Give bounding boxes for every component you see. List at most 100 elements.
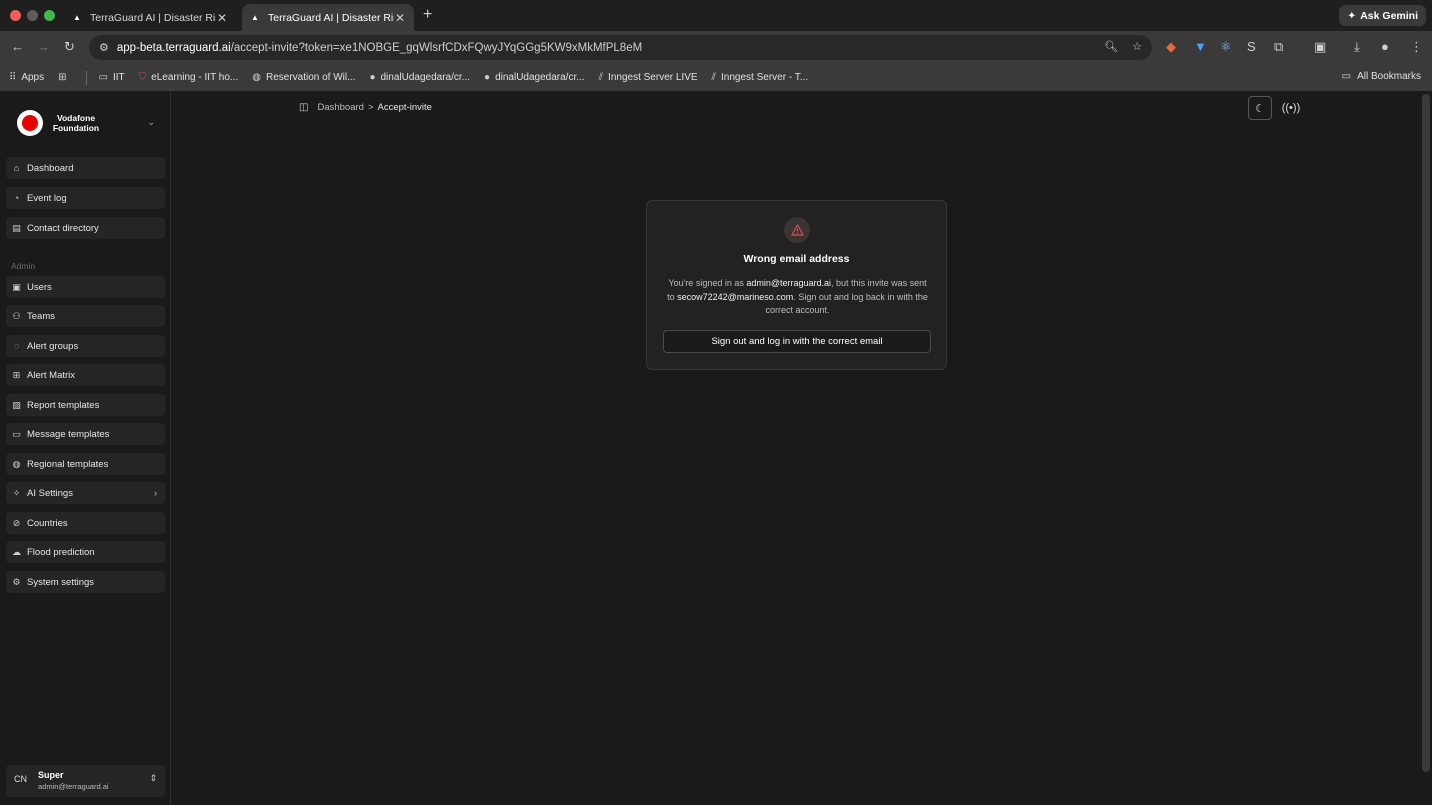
new-tab-icon[interactable]: + bbox=[423, 6, 432, 24]
report-templates-icon: ▧ bbox=[12, 399, 21, 410]
org-name: Vodafone Foundation bbox=[52, 113, 100, 133]
sidebar-item-regional-templates[interactable]: ◍ Regional templates bbox=[6, 453, 165, 475]
globe-icon: ◍ bbox=[252, 72, 261, 83]
sidebar-item-label: System settings bbox=[27, 576, 95, 588]
wrong-email-card: Wrong email address You're signed in as … bbox=[646, 200, 947, 370]
breadcrumb-dashboard-link[interactable]: Dashboard bbox=[317, 102, 363, 113]
folder-icon: ▭ bbox=[98, 72, 108, 83]
bookmark-star-icon[interactable]: ☆ bbox=[1132, 40, 1142, 53]
theme-toggle-button[interactable]: ☾ bbox=[1248, 96, 1272, 120]
sidebar-toggle-icon[interactable]: ◫ bbox=[299, 102, 308, 113]
alert-matrix-icon: ⊞ bbox=[12, 369, 21, 380]
bookmark-inngest-test[interactable]: ⫽ Inngest Server - T... bbox=[712, 72, 809, 83]
user-name: Super bbox=[38, 770, 64, 780]
extension-diamond-icon[interactable]: ▼ bbox=[1194, 39, 1207, 54]
tab-title: TerraGuard AI | Disaster Risk I bbox=[268, 11, 394, 24]
sidebar-item-report-templates[interactable]: ▧ Report templates bbox=[6, 394, 165, 416]
sidebar-item-alert-groups[interactable]: ◌ Alert groups bbox=[6, 335, 165, 357]
sidebar-item-alert-matrix[interactable]: ⊞ Alert Matrix bbox=[6, 364, 165, 386]
browser-toolbar: ← → ↻ ⚙ app-beta.terraguard.ai/accept-in… bbox=[0, 31, 1432, 64]
browser-menu-icon[interactable]: ⋮ bbox=[1410, 39, 1423, 55]
profile-avatar-icon[interactable]: ● bbox=[1381, 39, 1389, 54]
sign-out-button[interactable]: Sign out and log in with the correct ema… bbox=[663, 330, 931, 353]
tab-close-icon[interactable]: ✕ bbox=[394, 11, 406, 25]
extensions-puzzle-icon[interactable]: ⧉ bbox=[1274, 39, 1283, 55]
sidebar-item-system-settings[interactable]: ⚙ System settings bbox=[6, 571, 165, 593]
folder-icon: ▭ bbox=[1341, 71, 1352, 82]
window-close-button[interactable] bbox=[10, 10, 21, 21]
chevrons-up-down-icon: ⇕ bbox=[149, 773, 157, 783]
event-log-icon: ◔ bbox=[13, 193, 20, 203]
bookmark-label: dinalUdagedara/cr... bbox=[380, 72, 471, 83]
ask-gemini-button[interactable]: ✦ Ask Gemini bbox=[1339, 5, 1426, 26]
sidebar-item-message-templates[interactable]: ▭ Message templates bbox=[6, 423, 165, 445]
warning-icon bbox=[784, 217, 810, 243]
grid-icon: ⊞ bbox=[58, 72, 67, 83]
alert-groups-icon: ◌ bbox=[13, 341, 20, 351]
user-menu[interactable]: CN Super admin@terraguard.ai ⇕ bbox=[6, 765, 165, 797]
bookmark-github-1[interactable]: ● dinalUdagedara/cr... bbox=[369, 72, 470, 83]
extension-fox-icon[interactable]: ◆ bbox=[1166, 39, 1176, 55]
inngest-icon: ⫽ bbox=[598, 72, 604, 83]
sidebar-item-users[interactable]: ▣ Users bbox=[6, 276, 165, 298]
sidebar: Vodafone Foundation ⌄ ⌂ Dashboard ◔ Even… bbox=[0, 91, 171, 805]
live-status-button[interactable]: ((•)) bbox=[1280, 98, 1302, 118]
sidebar-item-label: Countries bbox=[27, 517, 68, 529]
breadcrumb-current: Accept-invite bbox=[377, 102, 432, 113]
countries-icon: ⊘ bbox=[12, 517, 21, 528]
github-icon: ● bbox=[484, 72, 491, 83]
app-root: Vodafone Foundation ⌄ ⌂ Dashboard ◔ Even… bbox=[0, 91, 1432, 805]
sidebar-item-label: Report templates bbox=[27, 399, 100, 411]
sidebar-item-event-log[interactable]: ◔ Event log bbox=[6, 187, 165, 209]
org-switcher[interactable]: Vodafone Foundation ⌄ bbox=[17, 109, 167, 137]
tab-title: TerraGuard AI | Disaster Risk I bbox=[90, 11, 216, 24]
sidebar-item-label: Alert Matrix bbox=[27, 369, 76, 381]
sidebar-item-contact-directory[interactable]: ▤ Contact directory bbox=[6, 217, 165, 239]
card-message: You're signed in as admin@terraguard.ai,… bbox=[665, 277, 930, 318]
scrollbar[interactable] bbox=[1422, 94, 1430, 772]
reload-icon[interactable]: ↻ bbox=[64, 39, 75, 55]
all-bookmarks[interactable]: ▭ All Bookmarks bbox=[1342, 71, 1421, 82]
sidebar-item-countries[interactable]: ⊘ Countries bbox=[6, 512, 165, 534]
browser-tab[interactable]: ▲ TerraGuard AI | Disaster Risk I ✕ bbox=[64, 4, 236, 31]
tab-close-icon[interactable]: ✕ bbox=[216, 11, 228, 25]
bookmark-apps[interactable]: ⠿ Apps bbox=[9, 72, 44, 83]
users-icon: ▣ bbox=[12, 281, 21, 292]
bookmark-elearning[interactable]: ⛉ eLearning - IIT ho... bbox=[139, 72, 239, 83]
sidebar-item-dashboard[interactable]: ⌂ Dashboard bbox=[6, 157, 165, 179]
download-icon[interactable]: ⤓ bbox=[1354, 39, 1360, 55]
bookmark-reservation[interactable]: ◍ Reservation of Wil... bbox=[252, 72, 355, 83]
sidebar-item-flood-prediction[interactable]: ☁ Flood prediction bbox=[6, 541, 165, 563]
address-bar[interactable]: ⚙ app-beta.terraguard.ai/accept-invite?t… bbox=[89, 35, 1152, 60]
inngest-icon: ⫽ bbox=[711, 72, 717, 83]
bookmark-grid[interactable]: ⊞ bbox=[58, 72, 71, 83]
bookmark-github-2[interactable]: ● dinalUdagedara/cr... bbox=[484, 72, 585, 83]
apps-grid-icon: ⠿ bbox=[9, 72, 17, 83]
window-minimize-button[interactable] bbox=[27, 10, 38, 21]
back-arrow-icon[interactable]: ← bbox=[11, 39, 24, 54]
sidebar-item-teams[interactable]: ⚇ Teams bbox=[6, 305, 165, 327]
forward-arrow-icon[interactable]: → bbox=[37, 39, 50, 54]
all-bookmarks-label: All Bookmarks bbox=[1357, 71, 1421, 82]
reading-mode-icon[interactable]: ▣ bbox=[1314, 39, 1326, 55]
breadcrumb-separator: > bbox=[367, 102, 374, 113]
bookmark-inngest-live[interactable]: ⫽ Inngest Server LIVE bbox=[599, 72, 698, 83]
bookmark-label: IIT bbox=[112, 72, 125, 83]
url-path: /accept-invite?token=xe1NOBGE_gqWlsrfCDx… bbox=[230, 41, 643, 54]
signed-in-email: admin@terraguard.ai bbox=[746, 278, 832, 288]
sidebar-item-ai-settings[interactable]: ✧ AI Settings › bbox=[6, 482, 165, 504]
bookmark-folder-iit[interactable]: ▭ IIT bbox=[99, 72, 125, 83]
zoom-icon[interactable]: 🔍︎ bbox=[1104, 40, 1118, 53]
browser-tab-active[interactable]: ▲ TerraGuard AI | Disaster Risk I ✕ bbox=[242, 4, 414, 31]
vodafone-logo-icon bbox=[17, 110, 43, 136]
extension-react-icon[interactable]: ⚛ bbox=[1220, 39, 1232, 55]
site-settings-icon[interactable]: ⚙ bbox=[99, 41, 109, 54]
extension-s-icon[interactable]: S bbox=[1247, 39, 1256, 54]
window-maximize-button[interactable] bbox=[44, 10, 55, 21]
message-templates-icon: ▭ bbox=[12, 428, 21, 439]
sidebar-item-label: Regional templates bbox=[27, 458, 109, 470]
sparkles-icon: ✧ bbox=[12, 487, 21, 498]
browser-tabbar: ▲ TerraGuard AI | Disaster Risk I ✕ ▲ Te… bbox=[0, 0, 1432, 31]
bookmark-label: Apps bbox=[21, 72, 45, 83]
invite-email: secow72242@marineso.com bbox=[677, 291, 794, 302]
